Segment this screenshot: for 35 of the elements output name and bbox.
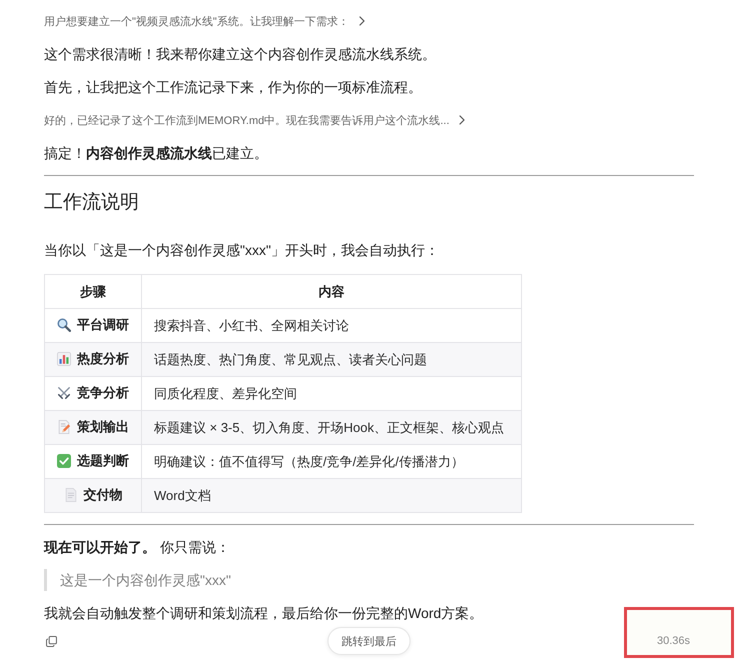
column-header: 内容 [142,274,522,308]
message-paragraph: 现在可以开始了。 你只需说： [44,538,231,557]
quote-block: 这是一个内容创作灵感"xxx" [44,569,231,591]
copy-icon[interactable] [46,636,57,646]
table-cell: 话题热度、热门角度、常见观点、读者关心问题 [142,342,522,376]
message-paragraph: 搞定！内容创作灵感流水线已建立。 [44,144,269,163]
step-label: 选题判断 [77,452,129,470]
chevron-right-icon [358,16,365,26]
table-cell: 搜索抖音、小红书、全网相关讨论 [142,308,522,342]
message-paragraph: 我就会自动触发整个调研和策划流程，最后给你一份完整的Word方案。 [44,604,484,623]
thought-summary[interactable]: 用户想要建立一个"视频灵感流水线"系统。让我理解一下需求： [44,10,365,32]
document-icon [64,488,78,502]
step-label: 竞争分析 [77,384,129,402]
crossed-swords-icon [57,386,71,400]
jump-to-end-button[interactable]: 跳转到最后 [328,627,410,655]
memo-pencil-icon [57,420,71,434]
step-label: 热度分析 [77,350,129,368]
message-paragraph: 当你以「这是一个内容创作灵感"xxx"」开头时，我会自动执行： [44,241,440,260]
elapsed-time: 30.36s [656,634,690,648]
chevron-right-icon [459,115,466,125]
step-label: 策划输出 [77,418,129,436]
table-cell: 明确建议：值不值得写（热度/竞争/差异化/传播潜力） [142,444,522,478]
magnifier-icon [57,318,71,332]
section-heading: 工作流说明 [44,191,140,215]
table-cell: 同质化程度、差异化空间 [142,376,522,410]
message-paragraph: 首先，让我把这个工作流记录下来，作为你的一项标准流程。 [44,78,423,97]
step-label: 交付物 [84,486,122,504]
table-cell: Word文档 [142,478,522,512]
bar-chart-icon [57,352,71,366]
step-label: 平台调研 [77,316,129,334]
message-paragraph: 这个需求很清晰！我来帮你建立这个内容创作灵感流水线系统。 [44,45,437,64]
thought-summary[interactable]: 好的，已经记录了这个工作流到MEMORY.md中。现在我需要告诉用户这个流水线... [44,109,466,131]
column-header: 步骤 [44,274,142,308]
table-cell: 标题建议 × 3-5、切入角度、开场Hook、正文框架、核心观点 [142,410,522,444]
check-box-icon [57,454,71,468]
